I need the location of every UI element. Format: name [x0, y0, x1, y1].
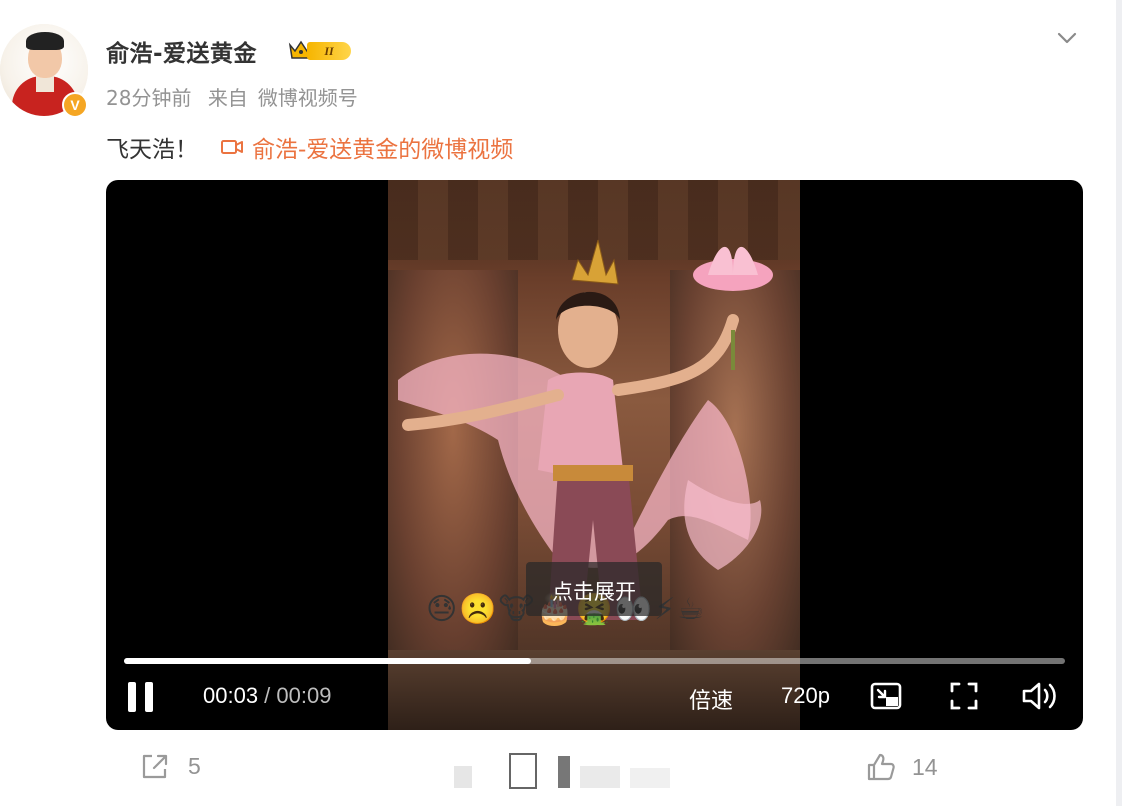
quality-button[interactable]: 720p — [781, 683, 830, 709]
share-count: 5 — [188, 752, 201, 779]
speed-button[interactable]: 倍速 — [689, 683, 733, 715]
current-time: 00:03 — [203, 683, 259, 708]
member-level-badge[interactable]: II — [287, 38, 355, 62]
progress-bar[interactable] — [124, 658, 1065, 664]
post-content: 飞天浩！ 俞浩-爱送黄金的微博视频 — [106, 130, 513, 164]
progress-fill — [124, 658, 532, 664]
video-link[interactable]: 俞浩-爱送黄金的微博视频 — [220, 130, 513, 164]
duration: 00:09 — [276, 683, 332, 708]
picture-in-picture-icon[interactable] — [868, 678, 904, 714]
time-display: 00:03 / 00:09 — [203, 683, 331, 709]
weibo-post-card: V 俞浩-爱送黄金 II 28分钟前 来自 微博视频号 飞天浩！ 俞浩-爱送黄金的… — [0, 0, 1116, 806]
video-figure-image — [398, 239, 773, 620]
video-camera-icon — [221, 140, 243, 154]
post-source[interactable]: 微博视频号 — [258, 86, 358, 110]
video-link-label: 俞浩-爱送黄金的微博视频 — [252, 137, 514, 163]
username-link[interactable]: 俞浩-爱送黄金 — [106, 34, 257, 68]
level-label: II — [307, 42, 351, 60]
time-separator: / — [258, 683, 277, 708]
video-player[interactable]: 😓☹️🐮🎂🤮👀⚡☕ 点击展开 00:03 / 00:09 倍速 720p — [106, 180, 1083, 730]
thumbs-up-icon — [867, 753, 895, 781]
verified-badge-icon: V — [62, 92, 88, 118]
share-icon — [142, 754, 168, 779]
share-button[interactable]: 5 — [140, 752, 201, 780]
post-meta: 28分钟前 来自 微博视频号 — [106, 82, 368, 111]
expand-button[interactable]: 点击展开 — [526, 562, 662, 616]
source-prefix: 来自 — [207, 86, 248, 110]
fullscreen-icon[interactable] — [946, 678, 982, 714]
pause-button[interactable] — [126, 682, 156, 714]
like-button[interactable]: 14 — [866, 752, 938, 782]
like-count: 14 — [912, 753, 938, 780]
post-time[interactable]: 28分钟前 — [106, 86, 191, 110]
page-gutter — [1116, 0, 1122, 806]
volume-icon[interactable] — [1020, 678, 1060, 714]
post-text: 飞天浩！ — [106, 137, 198, 163]
chevron-down-icon[interactable] — [1056, 30, 1078, 46]
video-frame — [388, 180, 800, 730]
comment-button[interactable] — [440, 752, 680, 792]
